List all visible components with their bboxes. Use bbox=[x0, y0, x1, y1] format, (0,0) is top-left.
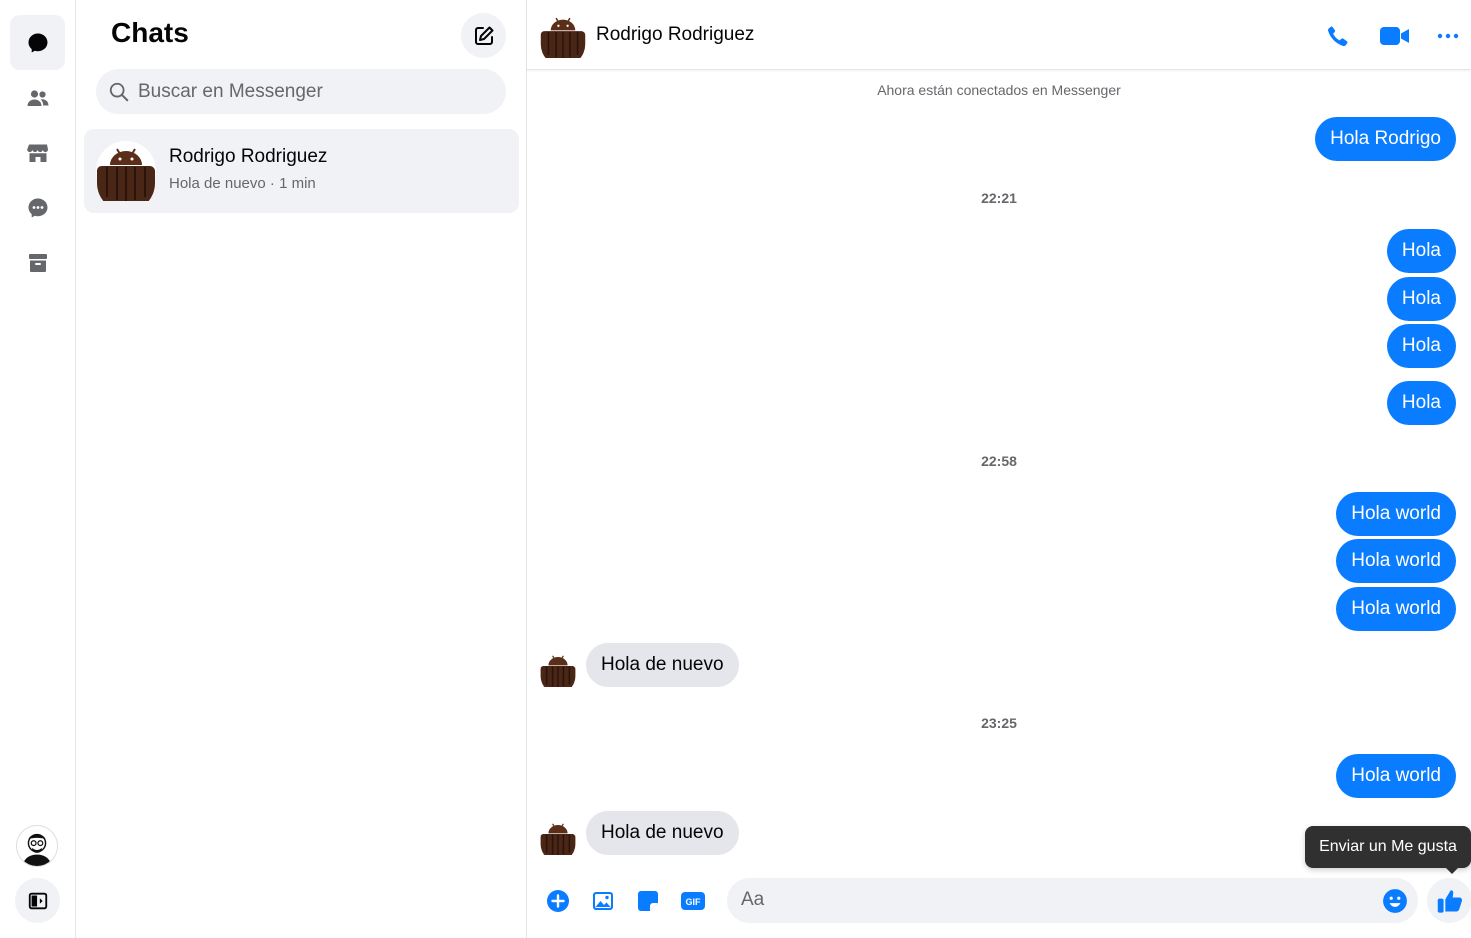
sidebar-toggle-icon bbox=[28, 892, 47, 909]
chat-pane: Rodrigo Rodriguez Ahora están conectados… bbox=[527, 0, 1471, 938]
search-bar[interactable] bbox=[96, 69, 506, 114]
more-actions-button[interactable] bbox=[545, 888, 571, 914]
like-icon bbox=[1437, 889, 1462, 913]
chat-contact-name[interactable]: Rodrigo Rodriguez bbox=[596, 24, 754, 46]
message-bubble-outgoing[interactable]: Hola Rodrigo bbox=[1315, 117, 1456, 161]
chat-list-panel: Chats Rodrigo Rodriguez bbox=[76, 0, 527, 938]
message-bubble-outgoing[interactable]: Hola world bbox=[1336, 754, 1456, 798]
chat-list-title: Chats bbox=[111, 17, 189, 48]
chats-icon bbox=[28, 33, 47, 52]
like-tooltip: Enviar un Me gusta bbox=[1305, 826, 1471, 874]
android-kitkat-avatar-icon bbox=[540, 12, 586, 67]
requests-icon bbox=[28, 198, 47, 217]
new-message-button[interactable] bbox=[461, 13, 506, 58]
timestamp: 22:58 bbox=[981, 453, 1017, 469]
video-camera-icon bbox=[1380, 27, 1409, 45]
search-icon bbox=[109, 82, 129, 101]
svg-text:GIF: GIF bbox=[686, 897, 702, 907]
incoming-avatar bbox=[540, 651, 576, 694]
android-kitkat-avatar-icon bbox=[96, 141, 156, 212]
sticker-icon bbox=[638, 891, 658, 911]
android-kitkat-avatar-icon bbox=[540, 651, 576, 694]
rail-chats-button[interactable] bbox=[10, 15, 65, 70]
add-icon bbox=[547, 890, 569, 912]
message-bubble-outgoing[interactable]: Hola world bbox=[1336, 492, 1456, 536]
conversation-snippet: Hola de nuevo bbox=[169, 175, 266, 192]
message-bubble-incoming[interactable]: Hola de nuevo bbox=[586, 643, 739, 687]
compose-icon bbox=[474, 26, 493, 45]
contact-avatar bbox=[96, 141, 156, 212]
more-options-button[interactable] bbox=[1434, 22, 1462, 50]
archive-icon bbox=[28, 253, 47, 272]
send-like-button[interactable] bbox=[1427, 878, 1471, 923]
phone-icon bbox=[1328, 26, 1348, 47]
separator-dot: · bbox=[265, 175, 280, 192]
message-bubble-outgoing[interactable]: Hola bbox=[1386, 324, 1456, 368]
messenger-app: Chats Rodrigo Rodriguez bbox=[0, 0, 1471, 938]
rail-people-button[interactable] bbox=[10, 70, 65, 125]
sidebar-toggle-button[interactable] bbox=[15, 878, 60, 923]
left-rail bbox=[0, 0, 76, 938]
emoji-button[interactable] bbox=[1382, 888, 1408, 914]
android-kitkat-avatar-icon bbox=[540, 819, 576, 862]
profile-avatar[interactable] bbox=[16, 825, 58, 867]
message-bubble-outgoing[interactable]: Hola bbox=[1386, 381, 1456, 425]
timestamp: 23:25 bbox=[981, 715, 1017, 731]
search-input[interactable] bbox=[138, 80, 478, 103]
rail-marketplace-button[interactable] bbox=[10, 125, 65, 180]
timestamp: 22:21 bbox=[981, 190, 1017, 206]
message-bubble-outgoing[interactable]: Hola world bbox=[1336, 539, 1456, 583]
message-bubble-incoming[interactable]: Hola de nuevo bbox=[586, 811, 739, 855]
people-icon bbox=[27, 89, 48, 106]
message-bubble-outgoing[interactable]: Hola bbox=[1386, 277, 1456, 321]
rail-archive-button[interactable] bbox=[10, 235, 65, 290]
attach-photo-button[interactable] bbox=[590, 888, 616, 914]
conversation-time: 1 min bbox=[279, 175, 316, 192]
user-avatar-icon bbox=[17, 826, 57, 866]
marketplace-icon bbox=[26, 144, 48, 162]
message-bubble-outgoing[interactable]: Hola bbox=[1386, 229, 1456, 273]
incoming-avatar bbox=[540, 819, 576, 862]
voice-call-button[interactable] bbox=[1324, 22, 1352, 50]
chat-header: Rodrigo Rodriguez bbox=[527, 0, 1471, 70]
conversation-name: Rodrigo Rodriguez bbox=[169, 146, 328, 167]
composer-bar: GIF bbox=[527, 868, 1471, 938]
gif-button[interactable]: GIF bbox=[680, 888, 706, 914]
video-call-button[interactable] bbox=[1378, 22, 1412, 50]
more-dots-icon bbox=[1437, 33, 1459, 39]
rail-requests-button[interactable] bbox=[10, 180, 65, 235]
message-bubble-outgoing[interactable]: Hola world bbox=[1336, 587, 1456, 631]
emoji-icon bbox=[1383, 889, 1407, 913]
message-input[interactable] bbox=[741, 889, 1361, 911]
header-avatar[interactable] bbox=[540, 12, 586, 67]
conversation-preview: Hola de nuevo · 1 min bbox=[169, 175, 316, 192]
gif-icon: GIF bbox=[681, 892, 705, 910]
message-box[interactable] bbox=[727, 878, 1418, 923]
photo-icon bbox=[593, 892, 613, 910]
sticker-button[interactable] bbox=[635, 888, 661, 914]
connection-note: Ahora están conectados en Messenger bbox=[877, 82, 1121, 98]
conversation-item[interactable]: Rodrigo Rodriguez Hola de nuevo · 1 min bbox=[84, 129, 519, 213]
